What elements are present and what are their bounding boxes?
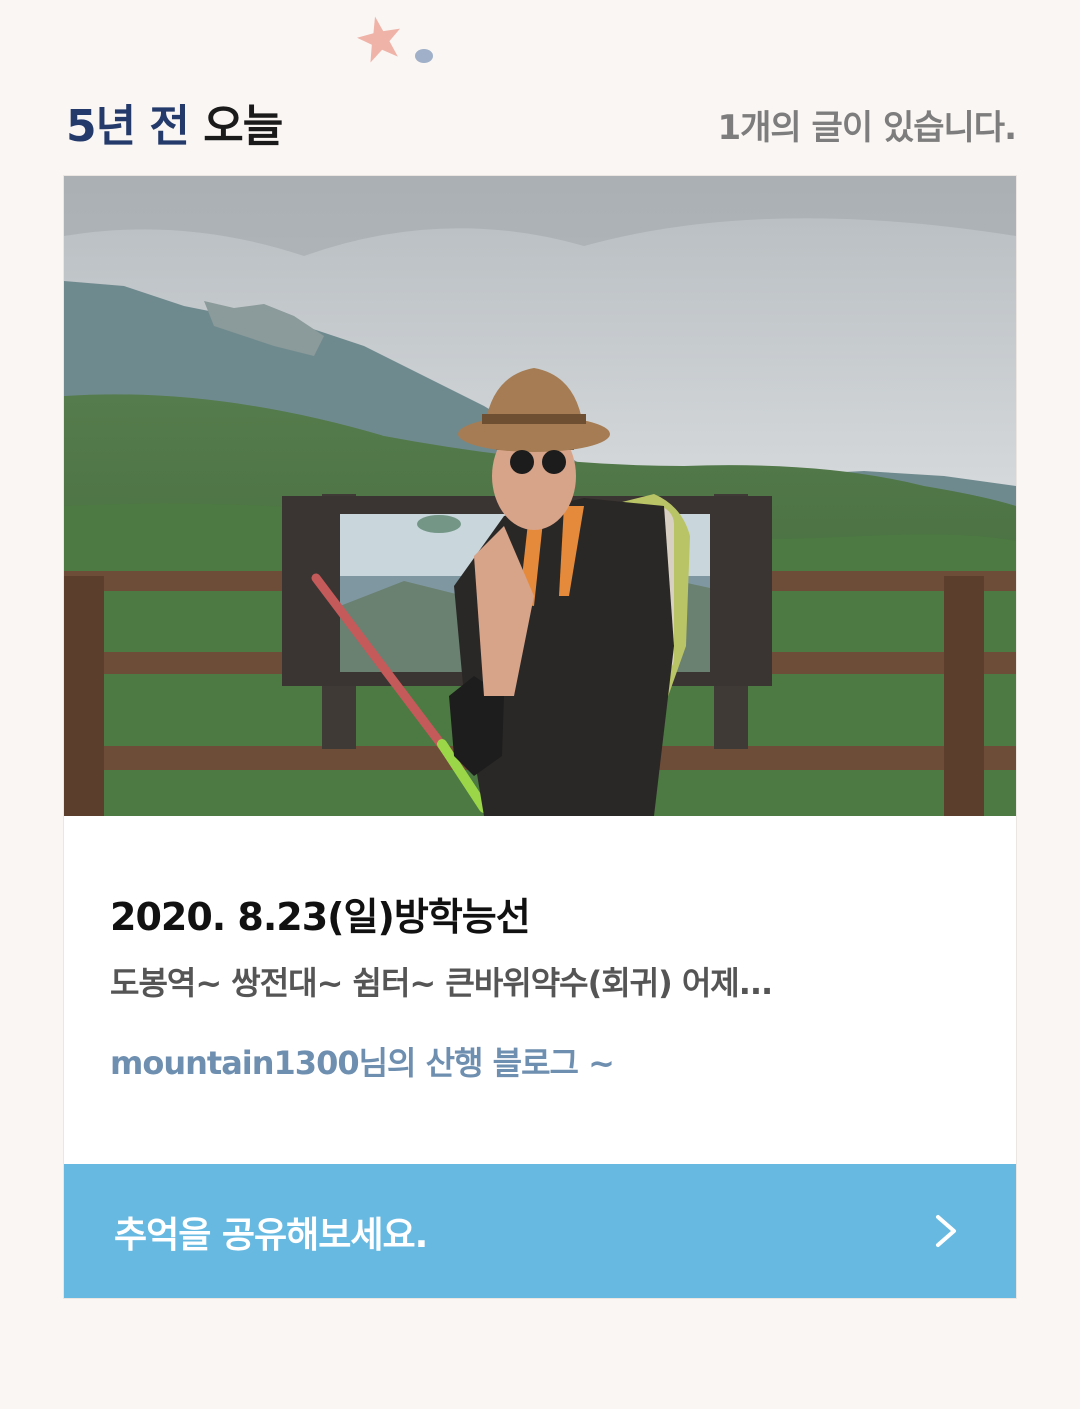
post-excerpt: 도봉역~ 쌍전대~ 쉼터~ 큰바위약수(회귀) 어제...: [110, 964, 773, 1002]
star-decoration-icon: [357, 16, 433, 63]
blog-name-link[interactable]: mountain1300님의 산행 블로그 ~: [110, 1038, 615, 1084]
post-title[interactable]: 2020. 8.23(일)방학능선: [110, 886, 531, 941]
share-memory-label: 추억을 공유해보세요.: [114, 1215, 428, 1256]
post-count: 1개의 글이 있습니다.: [717, 108, 1017, 148]
memory-card[interactable]: 2020. 8.23(일)방학능선 도봉역~ 쌍전대~ 쉼터~ 큰바위약수(회귀…: [64, 176, 1016, 1298]
post-summary[interactable]: 2020. 8.23(일)방학능선 도봉역~ 쌍전대~ 쉼터~ 큰바위약수(회귀…: [64, 816, 1016, 1164]
page-title: 5년 전 오늘: [66, 90, 283, 154]
chevron-right-icon: [936, 1215, 956, 1247]
memory-header: 5년 전 오늘 1개의 글이 있습니다.: [64, 86, 1017, 156]
title-today: 오늘: [203, 101, 283, 152]
share-memory-button[interactable]: 추억을 공유해보세요.: [64, 1164, 1016, 1298]
post-photo[interactable]: [64, 176, 1016, 816]
title-years: 5년 전: [66, 101, 190, 152]
